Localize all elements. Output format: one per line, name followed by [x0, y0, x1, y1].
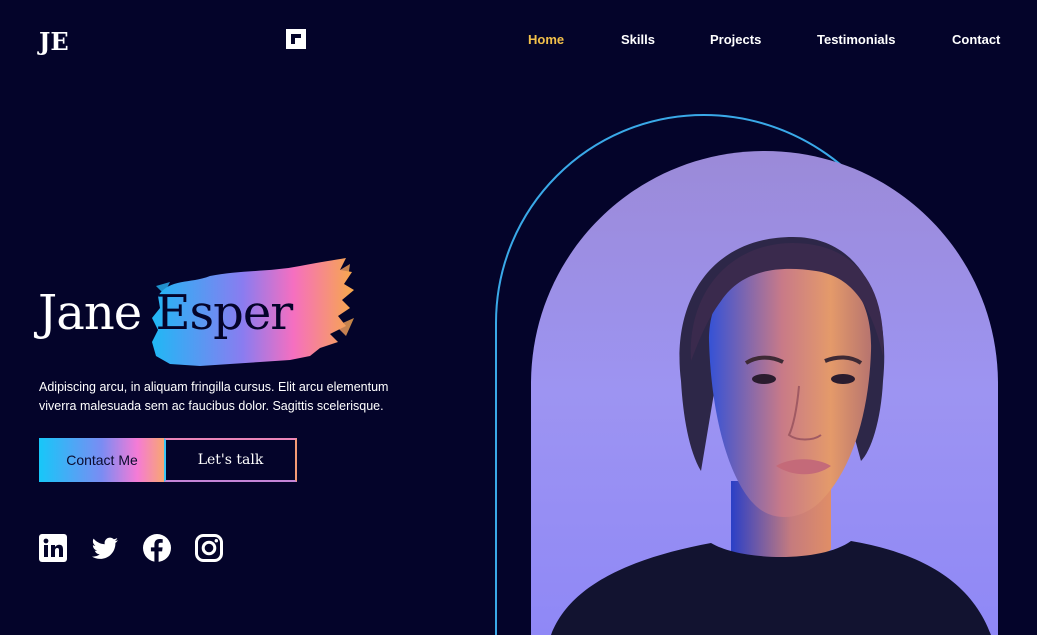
- hero-first-name: Jane: [38, 285, 142, 341]
- nav-home[interactable]: Home: [528, 32, 564, 47]
- twitter-icon[interactable]: [91, 534, 119, 562]
- site-logo[interactable]: JE: [39, 27, 69, 56]
- nav-skills[interactable]: Skills: [621, 32, 655, 47]
- square-logo-icon: [286, 29, 306, 49]
- hero-description: Adipiscing arcu, in aliquam fringilla cu…: [39, 380, 389, 413]
- nav-projects[interactable]: Projects: [710, 32, 761, 47]
- facebook-icon[interactable]: [143, 534, 171, 562]
- hero-name: Jane Esper: [38, 285, 293, 341]
- portrait-image: [531, 151, 998, 635]
- lets-talk-button[interactable]: Let's talk: [164, 438, 297, 482]
- contact-me-button[interactable]: Contact Me: [39, 438, 165, 482]
- nav-testimonials[interactable]: Testimonials: [817, 32, 896, 47]
- nav-contact[interactable]: Contact: [952, 32, 1000, 47]
- instagram-icon[interactable]: [195, 534, 223, 562]
- hero-last-name: Esper: [155, 285, 293, 341]
- linkedin-icon[interactable]: [39, 534, 67, 562]
